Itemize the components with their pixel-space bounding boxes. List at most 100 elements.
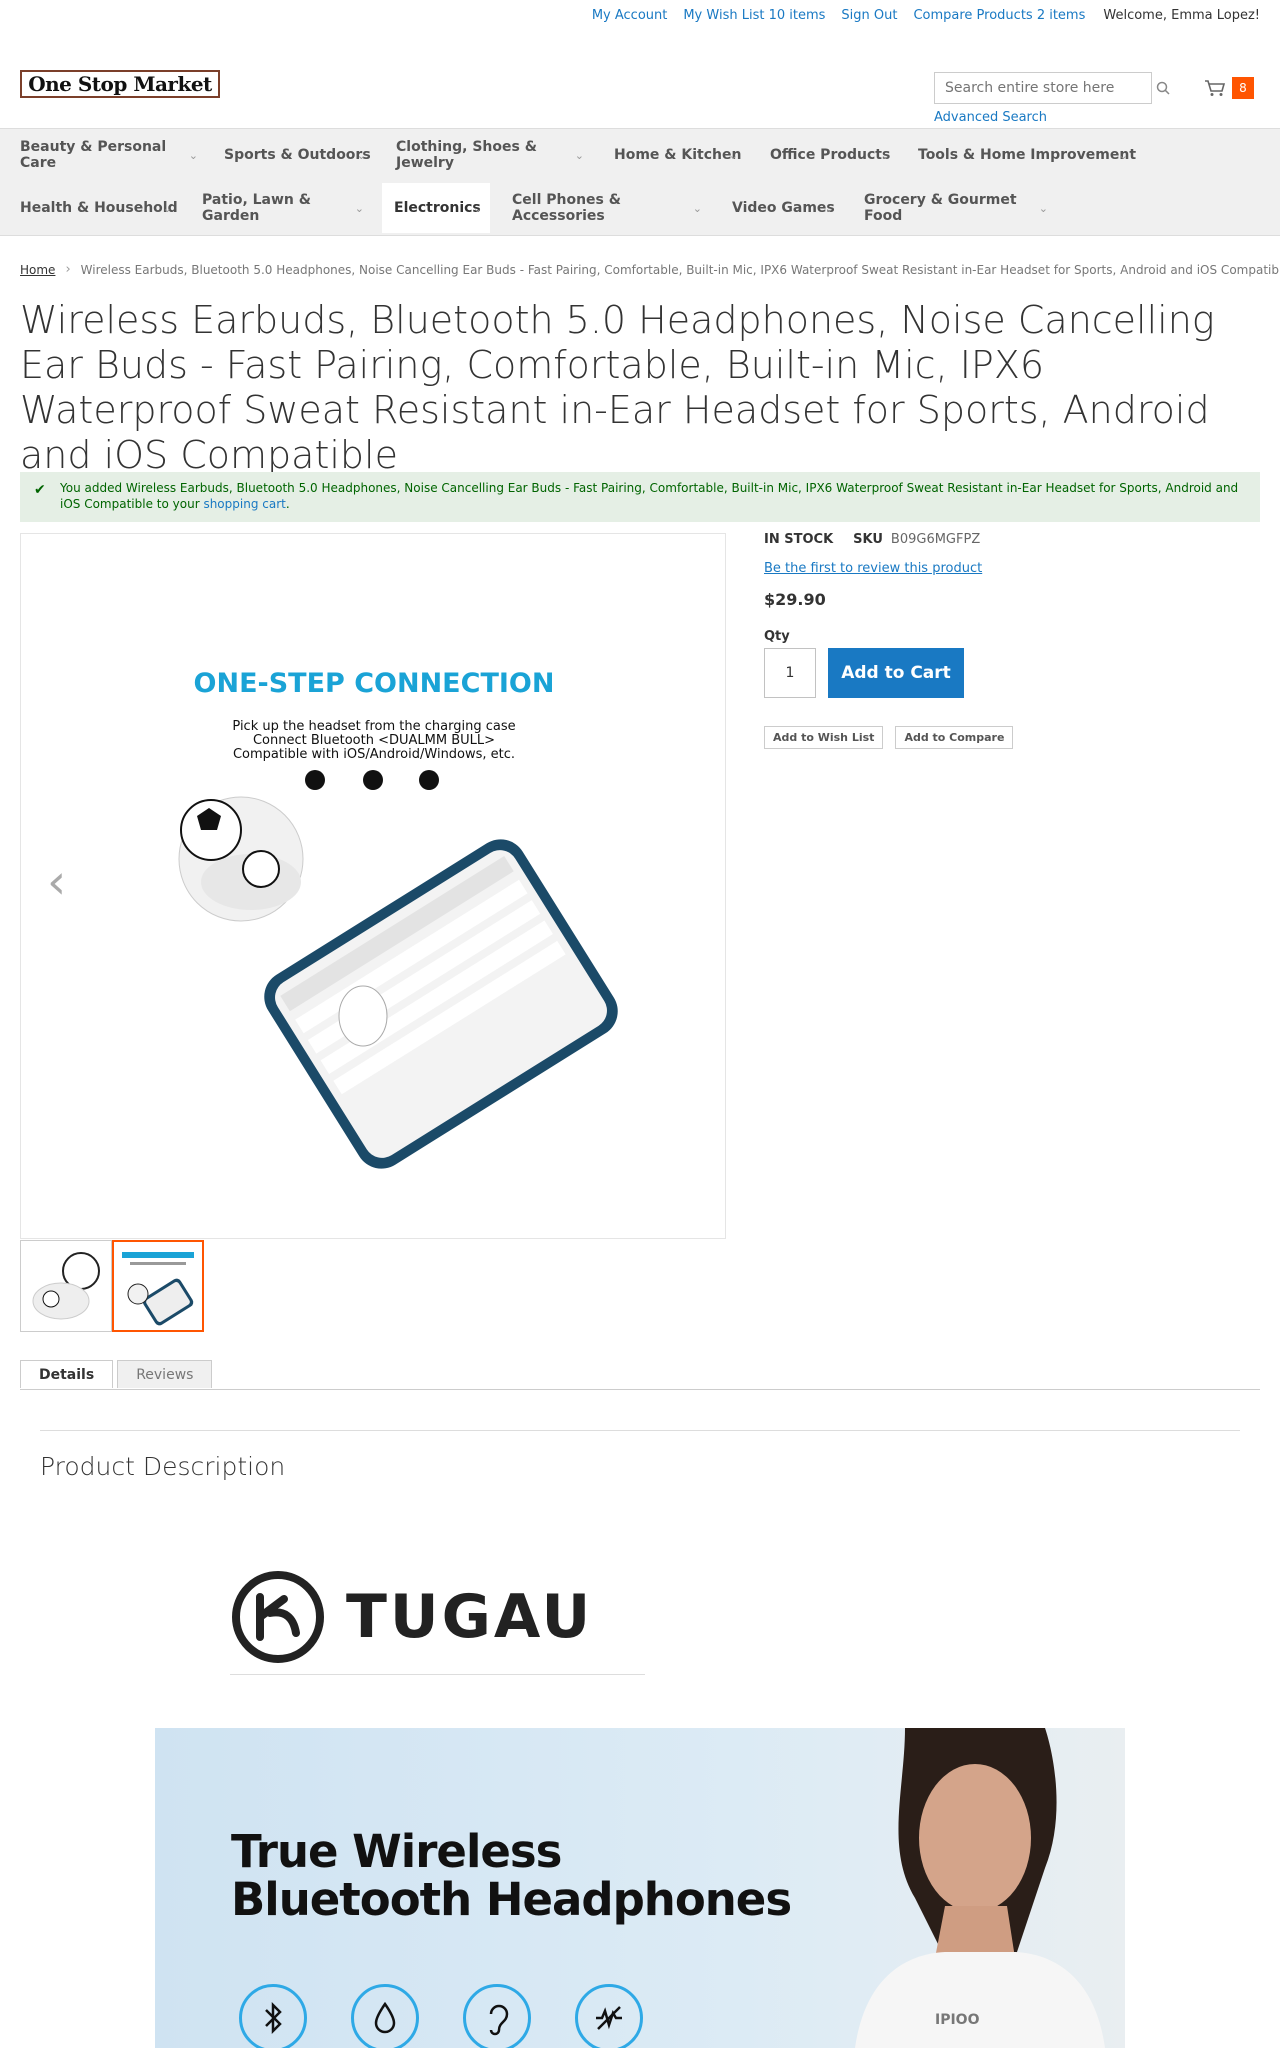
product-price: $29.90 [764, 590, 826, 609]
tab-details[interactable]: Details [20, 1360, 114, 1388]
breadcrumb-current: Wireless Earbuds, Bluetooth 5.0 Headphon… [80, 262, 1280, 277]
chevron-down-icon: ⌄ [574, 148, 584, 162]
nav-label: Cell Phones & Accessories [512, 192, 621, 224]
image-line2: Connect Bluetooth <DUALMM BULL> [253, 733, 495, 748]
chevron-down-icon: ⌄ [824, 201, 834, 215]
shopping-cart-link[interactable]: shopping cart [203, 497, 285, 511]
image-line1: Pick up the headset from the charging ca… [232, 719, 515, 734]
nav-label: Sports & Outdoors [224, 147, 371, 163]
search-box [934, 72, 1152, 104]
thumbnail-graphic [122, 1252, 194, 1326]
nav-grocery-gourmet-food[interactable]: Grocery & Gourmet Food ⌄ [852, 183, 1056, 233]
product-image-graphic: ONE-STEP CONNECTION Pick up the headset … [178, 668, 618, 1169]
search-input[interactable] [945, 80, 1115, 96]
cart-icon [1205, 80, 1226, 96]
minicart[interactable]: 8 [1198, 72, 1260, 104]
chevron-down-icon: ⌄ [356, 148, 366, 162]
qty-input[interactable]: 1 [764, 648, 816, 698]
noise-cancel-icon [575, 1984, 643, 2048]
thumbnail-1[interactable] [20, 1240, 112, 1332]
category-nav: Beauty & Personal Care ⌄ Sports & Outdoor… [0, 128, 1280, 236]
bluetooth-icon [239, 1984, 307, 2048]
chevron-down-icon: ⌄ [880, 148, 890, 162]
success-message: ✔ You added Wireless Earbuds, Bluetooth … [20, 472, 1260, 522]
nav-label: Beauty & Personal Care [20, 139, 167, 171]
product-tabs: Details Reviews [20, 1360, 213, 1388]
chevron-left-icon[interactable]: ‹ [47, 854, 66, 910]
brand-mark-icon [232, 1571, 324, 1663]
chevron-down-icon: ⌄ [1118, 148, 1128, 162]
image-heading: ONE-STEP CONNECTION [194, 668, 555, 699]
product-description-title: Product Description [40, 1452, 286, 1481]
product-gallery[interactable]: ‹ ONE-STEP CONNECTION Pick up the headse… [20, 533, 726, 1239]
chevron-down-icon: ⌄ [1038, 201, 1048, 215]
nav-patio-lawn-garden[interactable]: Patio, Lawn & Garden ⌄ [190, 183, 372, 233]
chevron-down-icon: ⌄ [692, 201, 702, 215]
nav-label: Tools & Home Improvement [918, 147, 1137, 163]
chevron-down-icon: ⌄ [472, 201, 482, 215]
chevron-down-icon: ⌄ [162, 201, 172, 215]
stock-status: IN STOCK [764, 532, 834, 547]
stock-sku-row: IN STOCK SKU B09G6MGFPZ [764, 532, 1013, 547]
shirt-logo: IPIOO [935, 2012, 980, 2028]
nav-cell-phones-accessories[interactable]: Cell Phones & Accessories ⌄ [500, 183, 710, 233]
nav-sports-outdoors[interactable]: Sports & Outdoors ⌄ [212, 130, 374, 180]
nav-label: Clothing, Shoes & Jewelry [396, 139, 537, 171]
product-main-image[interactable]: ONE-STEP CONNECTION Pick up the headset … [101, 534, 647, 1238]
sku-block: SKU B09G6MGFPZ [853, 532, 980, 547]
compare-products-link[interactable]: Compare Products 2 items [913, 8, 1085, 23]
product-actions: Add to Wish List Add to Compare [764, 726, 1014, 749]
thumbnail-graphic [32, 1252, 100, 1320]
checkmark-icon: ✔ [34, 482, 46, 498]
advanced-search-link[interactable]: Advanced Search [934, 110, 1047, 125]
add-to-cart-button[interactable]: Add to Cart [828, 648, 964, 698]
my-account-link[interactable]: My Account [592, 8, 668, 23]
brand-logo: TUGAU [230, 1560, 645, 1675]
qty-label: Qty [764, 629, 790, 644]
sign-out-link[interactable]: Sign Out [841, 8, 897, 23]
chevron-down-icon: ⌄ [728, 148, 738, 162]
nav-video-games[interactable]: Video Games ⌄ [720, 183, 842, 233]
sku-value: B09G6MGFPZ [890, 532, 981, 547]
nav-office-products[interactable]: Office Products ⌄ [758, 130, 898, 180]
chevron-down-icon: ⌄ [188, 148, 198, 162]
nav-tools-home-improvement[interactable]: Tools & Home Improvement ⌄ [906, 130, 1136, 180]
nav-home-kitchen[interactable]: Home & Kitchen ⌄ [602, 130, 746, 180]
nav-label: Video Games [732, 200, 835, 216]
model-photo: IPIOO [795, 1728, 1125, 2048]
chevron-right-icon: › [65, 262, 71, 277]
gallery-thumbnails [20, 1240, 204, 1332]
nav-label: Office Products [770, 147, 891, 163]
model-photo-graphic: IPIOO [855, 1728, 1105, 2048]
search-button[interactable] [1153, 74, 1173, 102]
add-to-wishlist-button[interactable]: Add to Wish List [764, 726, 884, 749]
waterproof-icon [351, 1984, 419, 2048]
store-logo[interactable]: One Stop Market [20, 70, 220, 98]
banner-line-1: True Wireless [231, 1825, 562, 1878]
nav-health-household[interactable]: Health & Household ⌄ [8, 183, 180, 233]
chevron-down-icon: ⌄ [354, 201, 364, 215]
logo-text: One Stop Market [28, 72, 212, 96]
description-divider [40, 1430, 1240, 1431]
search-icon [1156, 81, 1170, 95]
nav-clothing-shoes-jewelry[interactable]: Clothing, Shoes & Jewelry ⌄ [384, 130, 592, 180]
nav-label: Grocery & Gourmet Food [864, 192, 1017, 224]
sku-label: SKU [853, 532, 883, 547]
add-to-cart-row: 1 Add to Cart [764, 648, 1013, 698]
first-review-link[interactable]: Be the first to review this product [764, 561, 982, 576]
nav-label: Electronics [394, 200, 481, 216]
welcome-message: Welcome, Emma Lopez! [1103, 8, 1260, 23]
nav-beauty-personal-care[interactable]: Beauty & Personal Care ⌄ [8, 130, 206, 180]
banner-line-2: Bluetooth Headphones [231, 1873, 792, 1926]
page-title: Wireless Earbuds, Bluetooth 5.0 Headphon… [20, 298, 1215, 477]
cart-count-badge: 8 [1232, 77, 1254, 99]
thumbnail-2[interactable] [112, 1240, 204, 1332]
nav-electronics[interactable]: Electronics ⌄ [382, 183, 490, 233]
wish-list-link[interactable]: My Wish List 10 items [683, 8, 825, 23]
description-banner: True Wireless Bluetooth Headphones IPIOO [155, 1728, 1125, 2048]
tab-reviews[interactable]: Reviews [117, 1360, 213, 1388]
brand-name: TUGAU [346, 1582, 594, 1652]
breadcrumb: Home › Wireless Earbuds, Bluetooth 5.0 H… [20, 262, 1280, 277]
add-to-compare-button[interactable]: Add to Compare [895, 726, 1014, 749]
breadcrumb-home[interactable]: Home [20, 263, 55, 277]
